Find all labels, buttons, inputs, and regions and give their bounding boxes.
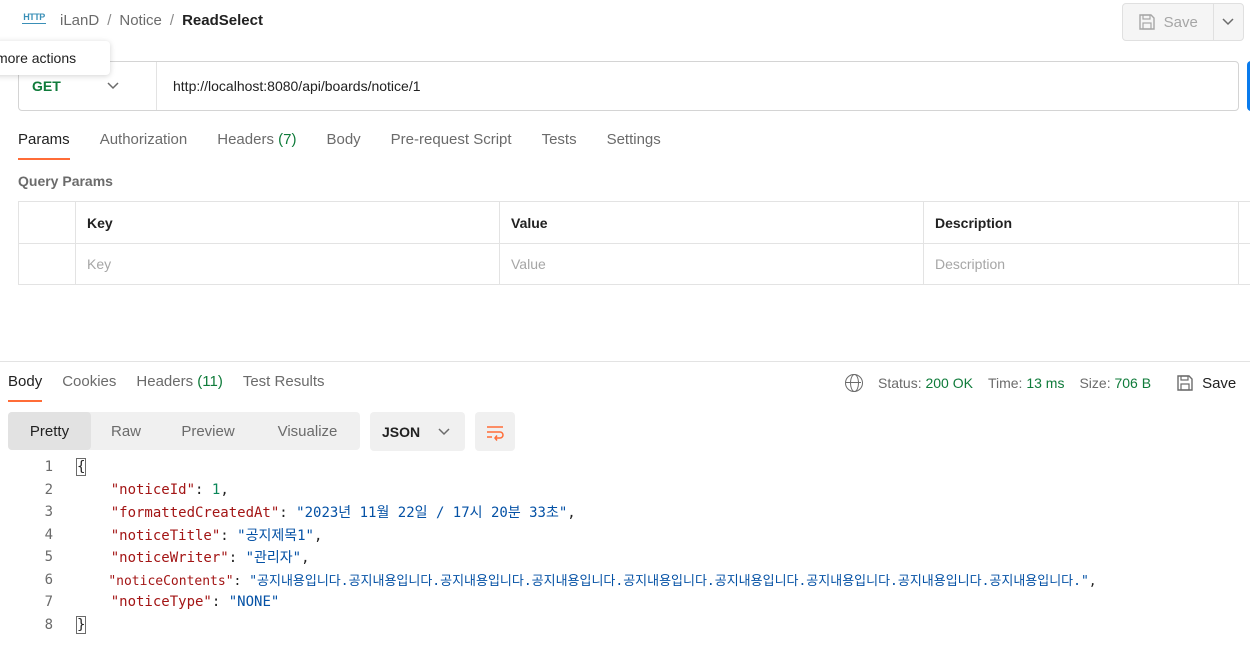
save-button-group: Save bbox=[1122, 3, 1244, 41]
tab-body[interactable]: Body bbox=[326, 131, 360, 161]
tab-params[interactable]: Params bbox=[18, 131, 70, 161]
tab-test-results[interactable]: Test Results bbox=[243, 373, 325, 403]
tab-tests[interactable]: Tests bbox=[542, 131, 577, 161]
close-brace: } bbox=[75, 615, 87, 634]
breadcrumb-separator: / bbox=[107, 12, 112, 29]
save-icon bbox=[1177, 375, 1193, 391]
param-description-input[interactable]: Description bbox=[924, 244, 1239, 284]
select-column-header bbox=[18, 202, 76, 243]
code-line: 5 "noticeWriter": "관리자", bbox=[44, 549, 310, 567]
request-tabs: Params Authorization Headers (7) Body Pr… bbox=[18, 131, 691, 161]
code-line: 8} bbox=[44, 615, 87, 634]
tab-response-headers[interactable]: Headers (11) bbox=[136, 373, 222, 403]
save-response-button[interactable]: Save bbox=[1176, 374, 1236, 392]
size-value: 706 B bbox=[1114, 375, 1152, 391]
param-key-input[interactable]: Key bbox=[76, 244, 500, 284]
code-line: 7 "noticeType": "NONE" bbox=[44, 594, 280, 611]
open-brace: { bbox=[75, 458, 87, 477]
view-visualize[interactable]: Visualize bbox=[255, 412, 360, 450]
tab-headers[interactable]: Headers (7) bbox=[217, 131, 296, 161]
method-label: GET bbox=[32, 78, 61, 94]
response-tabs: Body Cookies Headers (11) Test Results bbox=[8, 373, 345, 403]
tab-response-body[interactable]: Body bbox=[8, 373, 43, 403]
breadcrumb-workspace[interactable]: iLanD bbox=[60, 12, 99, 29]
more-actions-tooltip: View more actions bbox=[0, 41, 110, 75]
save-icon bbox=[1138, 14, 1155, 30]
top-bar: HTTP iLanD / Notice / ReadSelect Save bbox=[0, 0, 1250, 44]
tab-authorization[interactable]: Authorization bbox=[100, 131, 188, 161]
http-request-icon: HTTP bbox=[22, 12, 46, 24]
view-preview[interactable]: Preview bbox=[161, 412, 255, 450]
url-input[interactable]: http://localhost:8080/api/boards/notice/… bbox=[157, 62, 421, 110]
column-header-value: Value bbox=[500, 202, 924, 243]
status-value: 200 OK bbox=[925, 375, 973, 391]
save-label: Save bbox=[1163, 13, 1198, 31]
url-bar: GET http://localhost:8080/api/boards/not… bbox=[18, 61, 1239, 111]
code-line: 2 "noticeId": 1, bbox=[44, 481, 229, 498]
breadcrumb-collection[interactable]: Notice bbox=[119, 12, 162, 29]
size-info[interactable]: Size: 706 B bbox=[1079, 375, 1151, 391]
time-info[interactable]: Time: 13 ms bbox=[988, 375, 1065, 391]
chevron-down-icon bbox=[1222, 18, 1234, 26]
save-options-button[interactable] bbox=[1214, 4, 1244, 40]
code-line: 4 "noticeTitle": "공지제목1", bbox=[44, 526, 323, 544]
column-header-key: Key bbox=[76, 202, 500, 243]
query-params-title: Query Params bbox=[18, 173, 113, 189]
breadcrumb: iLanD / Notice / ReadSelect bbox=[60, 12, 263, 29]
code-line: 1{ bbox=[44, 458, 87, 477]
tab-cookies[interactable]: Cookies bbox=[62, 373, 116, 403]
row-checkbox-cell[interactable] bbox=[18, 244, 76, 284]
code-line: 6 "noticeContents": "공지내용입니다.공지내용입니다.공지내… bbox=[44, 571, 1097, 590]
response-body-viewer[interactable]: 1{ 2 "noticeId": 1, 3 "formattedCreatedA… bbox=[0, 456, 1250, 636]
status-info[interactable]: Status: 200 OK bbox=[878, 375, 973, 391]
view-raw[interactable]: Raw bbox=[91, 412, 161, 450]
chevron-down-icon bbox=[107, 82, 119, 90]
pane-divider[interactable] bbox=[0, 361, 1250, 362]
globe-icon[interactable] bbox=[845, 374, 863, 392]
query-params-table: Key Value Description Key Value Descript… bbox=[18, 201, 1250, 285]
chevron-down-icon bbox=[438, 427, 450, 435]
view-pretty[interactable]: Pretty bbox=[8, 412, 91, 450]
table-row: Key Value Description bbox=[18, 244, 1250, 285]
response-headers-count: (11) bbox=[197, 373, 223, 390]
breadcrumb-request-name[interactable]: ReadSelect bbox=[182, 12, 263, 29]
response-meta: Status: 200 OK Time: 13 ms Size: 706 B S… bbox=[845, 373, 1236, 393]
breadcrumb-separator: / bbox=[169, 12, 175, 29]
format-select[interactable]: JSON bbox=[370, 412, 465, 451]
headers-count: (7) bbox=[278, 131, 297, 148]
column-header-description: Description bbox=[924, 202, 1239, 243]
tab-settings[interactable]: Settings bbox=[607, 131, 661, 161]
param-value-input[interactable]: Value bbox=[500, 244, 924, 284]
wrap-lines-icon bbox=[487, 425, 504, 441]
time-value: 13 ms bbox=[1026, 375, 1065, 391]
view-mode-segmented-control: Pretty Raw Preview Visualize bbox=[8, 412, 360, 450]
table-header-row: Key Value Description bbox=[18, 202, 1250, 244]
code-line: 3 "formattedCreatedAt": "2023년 11월 22일 /… bbox=[44, 504, 576, 522]
save-button[interactable]: Save bbox=[1123, 4, 1214, 40]
wrap-lines-button[interactable] bbox=[475, 412, 515, 451]
tab-pre-request-script[interactable]: Pre-request Script bbox=[391, 131, 512, 161]
